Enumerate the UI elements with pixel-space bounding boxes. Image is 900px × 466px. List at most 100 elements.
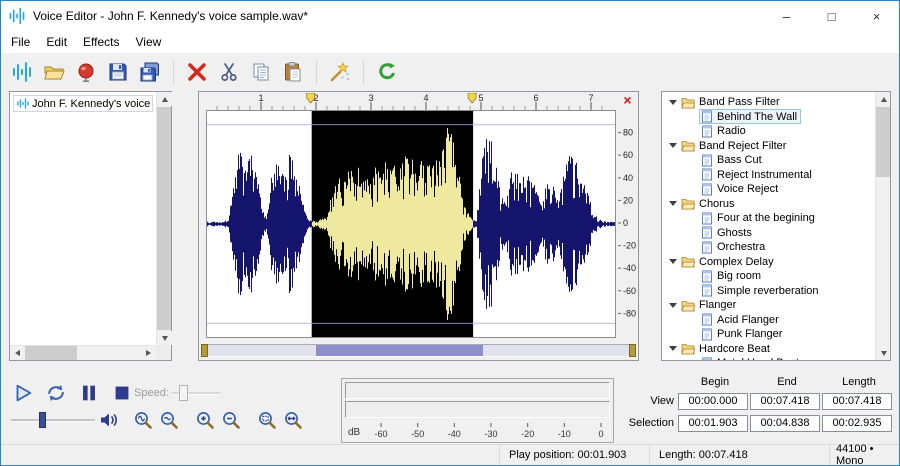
preset-item[interactable]: Radio [662,124,874,139]
preset-item-label: Punk Flanger [717,328,782,340]
waveform-scrollbar-track[interactable] [208,344,629,357]
preset-item[interactable]: Reject Instrumental [662,168,874,183]
stop-button[interactable] [108,379,136,406]
document-icon [701,125,713,138]
cut-button[interactable] [214,57,244,87]
collapse-arrow-icon[interactable] [669,259,677,264]
open-sample-button[interactable] [7,57,37,87]
file-list-vscrollbar[interactable] [156,92,171,345]
minimize-button[interactable]: – [764,1,809,31]
preset-item[interactable]: Metal Head Beat [662,356,874,360]
preset-folder[interactable]: Hardcore Beat [662,342,874,357]
file-list-hscrollbar[interactable] [10,345,156,360]
preset-folder[interactable]: Chorus [662,197,874,212]
preset-item[interactable]: Simple reverberation [662,284,874,299]
pause-button[interactable] [75,379,103,406]
scroll-up-button[interactable] [876,92,891,106]
preset-item[interactable]: Four at the begining [662,211,874,226]
record-icon [75,61,97,83]
preset-item-label: Metal Head Beat [717,357,799,360]
collapse-arrow-icon[interactable] [669,143,677,148]
close-button[interactable]: × [854,1,899,31]
column-header-end: End [752,376,822,388]
preset-item[interactable]: Big room [662,269,874,284]
collapse-arrow-icon[interactable] [669,346,677,351]
position-table: BeginEndLengthView00:00.00000:07.41800:0… [626,376,894,432]
preset-folder[interactable]: Band Pass Filter [662,95,874,110]
preset-item[interactable]: Bass Cut [662,153,874,168]
document-icon [701,328,713,341]
preset-item[interactable]: Acid Flanger [662,313,874,328]
scroll-thumb[interactable] [876,107,890,177]
arrow-right-icon [146,350,151,356]
preset-item[interactable]: Punk Flanger [662,327,874,342]
zoom-in-button[interactable] [193,408,217,432]
copy-button[interactable] [246,57,276,87]
save-all-button[interactable] [135,57,165,87]
app-icon [8,7,26,25]
undo-button[interactable] [372,57,402,87]
close-waveform-button[interactable]: × [620,93,635,108]
menu-edit[interactable]: Edit [38,32,75,52]
preset-folder[interactable]: Band Reject Filter [662,139,874,154]
scroll-down-button[interactable] [157,331,172,345]
scrollbar-left-cap[interactable] [201,344,208,357]
play-button[interactable] [9,379,37,406]
document-icon [701,284,713,297]
preset-item[interactable]: Behind The Wall [662,110,874,125]
meter-channel-1 [345,382,610,399]
menu-effects[interactable]: Effects [75,32,127,52]
waveform-scrollbar[interactable] [201,344,636,357]
save-button[interactable] [103,57,133,87]
zoom-vertical-out-button[interactable] [157,408,181,432]
time-ruler[interactable]: 1234567 [206,93,614,110]
scroll-left-button[interactable] [10,346,25,360]
record-button[interactable] [71,57,101,87]
svg-text:-30: -30 [484,429,497,439]
preset-item-label: Acid Flanger [717,314,779,326]
preset-item[interactable]: Voice Reject [662,182,874,197]
collapse-arrow-icon[interactable] [669,201,677,206]
scrollbar-right-cap[interactable] [629,344,636,357]
file-list-item[interactable]: John F. Kennedy's voice sampl [13,95,153,112]
menu-file[interactable]: File [3,32,38,52]
volume-slider[interactable] [11,411,95,429]
scroll-thumb[interactable] [25,346,77,360]
scroll-thumb[interactable] [157,107,171,330]
scroll-right-button[interactable] [141,346,156,360]
folder-icon [681,299,695,312]
scroll-down-button[interactable] [876,346,891,360]
preset-item[interactable]: Orchestra [662,240,874,255]
preset-item-label: Reject Instrumental [717,169,812,181]
zoom-vertical-in-button[interactable] [131,408,155,432]
waveform-display[interactable] [206,110,616,338]
zoom-all-button[interactable] [281,408,305,432]
volume-thumb[interactable] [39,412,46,428]
preset-folder[interactable]: Flanger [662,298,874,313]
speaker-button[interactable] [99,409,123,431]
paste-button[interactable] [278,57,308,87]
collapse-arrow-icon[interactable] [669,303,677,308]
preset-item[interactable]: Ghosts [662,226,874,241]
presets-vscrollbar[interactable] [875,92,890,360]
meter-scale: dB-60-50-40-30-20-100 [345,422,610,440]
effects-wand-icon [329,61,351,83]
table-row-selection: Selection00:01.90300:04.83800:02.935 [626,415,894,432]
menu-bar: FileEditEffectsView [1,31,899,53]
speed-slider[interactable] [171,384,221,402]
preset-folder-label: Chorus [699,198,734,210]
effects-wand-button[interactable] [325,57,355,87]
svg-text:-20: -20 [623,241,636,251]
collapse-arrow-icon[interactable] [669,100,677,105]
zoom-out-button[interactable] [219,408,243,432]
preset-folder[interactable]: Complex Delay [662,255,874,270]
speed-thumb[interactable] [179,385,188,401]
delete-button[interactable] [182,57,212,87]
open-file-button[interactable] [39,57,69,87]
menu-view[interactable]: View [128,32,170,52]
scroll-up-button[interactable] [157,92,172,106]
loop-button[interactable] [42,379,70,406]
maximize-button[interactable]: □ [809,1,854,31]
zoom-selection-button[interactable] [255,408,279,432]
document-icon [701,313,713,326]
